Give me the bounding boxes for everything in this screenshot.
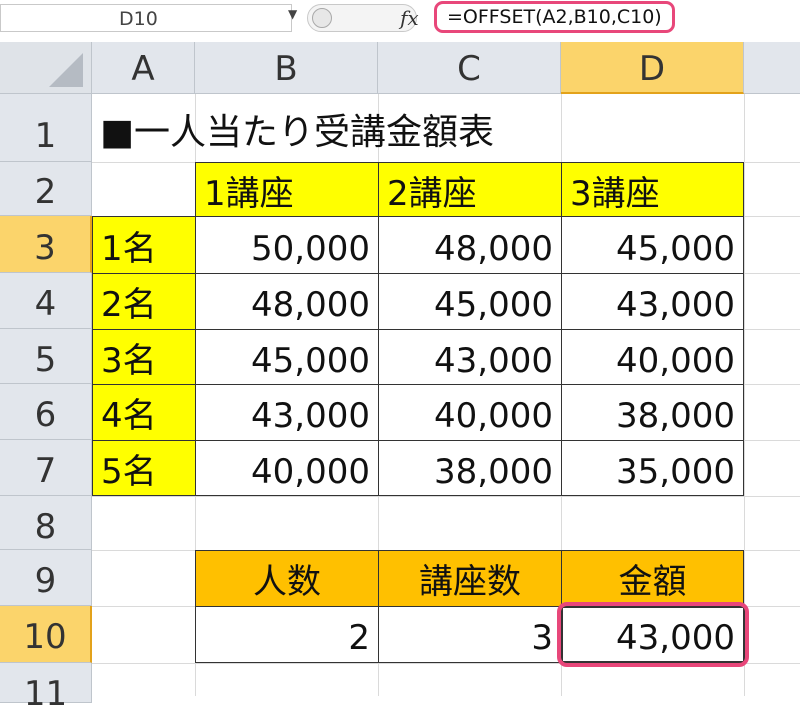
row-header-6[interactable]: 6 xyxy=(0,384,92,440)
price-cell[interactable]: 40,000 xyxy=(195,440,379,496)
price-cell[interactable]: 45,000 xyxy=(561,216,744,274)
header-course-3[interactable]: 3講座 xyxy=(561,162,744,217)
price-cell[interactable]: 35,000 xyxy=(561,440,744,496)
row-header-11[interactable]: 11 xyxy=(0,663,92,714)
price-cell[interactable]: 38,000 xyxy=(378,440,562,496)
price-cell[interactable]: 45,000 xyxy=(195,329,379,385)
price-cell[interactable]: 45,000 xyxy=(378,273,562,330)
row-header-5[interactable]: 5 xyxy=(0,329,92,384)
column-header-a[interactable]: A xyxy=(92,42,195,94)
price-cell[interactable]: 40,000 xyxy=(561,329,744,385)
header-course-2[interactable]: 2講座 xyxy=(378,162,562,217)
formula-input[interactable]: =OFFSET(A2,B10,C10) xyxy=(434,1,675,33)
header-course-count[interactable]: 講座数 xyxy=(378,550,562,607)
name-box[interactable]: D10 xyxy=(0,4,292,32)
row-header-7[interactable]: 7 xyxy=(0,440,92,496)
insert-function-icon[interactable]: fx xyxy=(400,6,419,30)
row-header-2[interactable]: 2 xyxy=(0,162,92,216)
select-all-button[interactable] xyxy=(0,42,92,94)
price-cell[interactable]: 43,000 xyxy=(561,273,744,330)
people-label-4[interactable]: 4名 xyxy=(92,384,196,441)
row-header-3[interactable]: 3 xyxy=(0,216,92,273)
people-count-input[interactable]: 2 xyxy=(195,606,379,663)
price-cell[interactable]: 43,000 xyxy=(378,329,562,385)
price-cell[interactable]: 48,000 xyxy=(378,216,562,274)
row-header-4[interactable]: 4 xyxy=(0,273,92,329)
people-label-5[interactable]: 5名 xyxy=(92,440,196,496)
price-cell[interactable]: 48,000 xyxy=(195,273,379,330)
row-header-9[interactable]: 9 xyxy=(0,550,92,606)
header-course-1[interactable]: 1講座 xyxy=(195,162,379,217)
row-header-1[interactable]: 1 xyxy=(0,94,92,162)
row-header-10[interactable]: 10 xyxy=(0,606,92,663)
column-header-b[interactable]: B xyxy=(195,42,378,94)
column-header-c[interactable]: C xyxy=(378,42,561,94)
people-label-3[interactable]: 3名 xyxy=(92,329,196,385)
price-cell[interactable]: 38,000 xyxy=(561,384,744,441)
column-header-d[interactable]: D xyxy=(561,42,744,94)
price-cell[interactable]: 50,000 xyxy=(195,216,379,274)
header-people-count[interactable]: 人数 xyxy=(195,550,379,607)
price-cell[interactable]: 40,000 xyxy=(378,384,562,441)
people-label-2[interactable]: 2名 xyxy=(92,273,196,330)
course-count-input[interactable]: 3 xyxy=(378,606,562,663)
row-header-8[interactable]: 8 xyxy=(0,496,92,550)
price-cell[interactable]: 43,000 xyxy=(195,384,379,441)
formula-bar: D10 ▼ fx =OFFSET(A2,B10,C10) xyxy=(0,0,800,43)
header-amount[interactable]: 金額 xyxy=(561,550,744,607)
result-highlight xyxy=(557,602,749,667)
column-header-e[interactable] xyxy=(744,42,800,94)
sheet-title[interactable]: ■一人当たり受講金額表 xyxy=(100,108,494,158)
people-label-1[interactable]: 1名 xyxy=(92,216,196,274)
name-box-dropdown-icon[interactable]: ▼ xyxy=(288,7,297,21)
